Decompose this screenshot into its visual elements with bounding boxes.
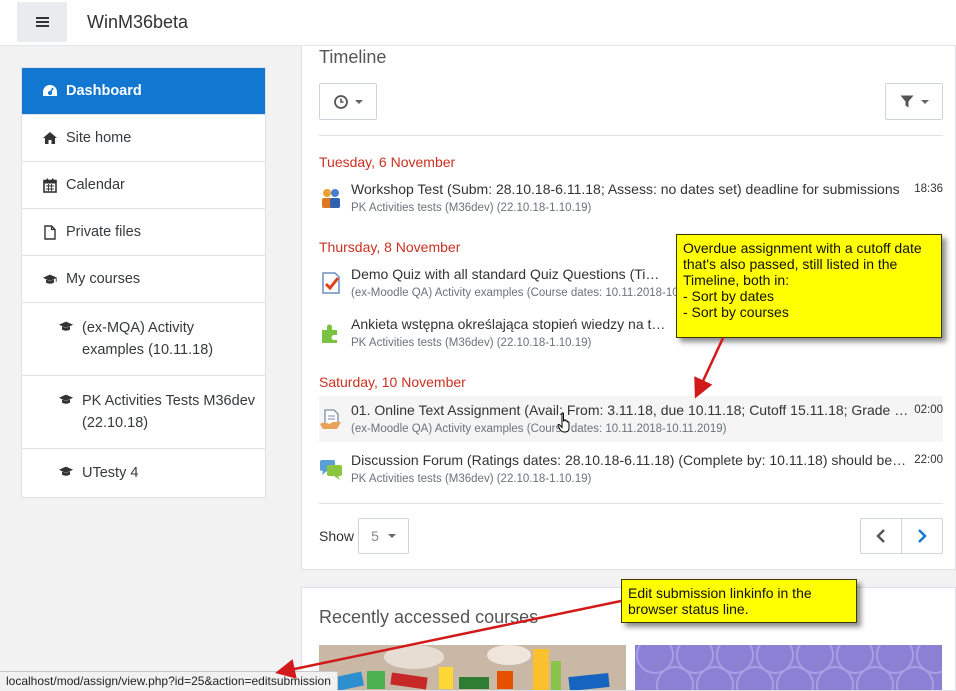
page-size-value: 5 xyxy=(371,528,379,544)
event-link[interactable]: 01. Online Text Assignment (Avail: From:… xyxy=(351,402,911,418)
site-brand[interactable]: WinM36beta xyxy=(87,12,188,33)
annotation-callout-edit-submission: Edit submission linkinfo in the browser … xyxy=(621,579,857,623)
course-image[interactable] xyxy=(319,645,626,690)
forum-icon xyxy=(320,460,342,480)
nav-item-label: Private files xyxy=(66,224,141,240)
pagination xyxy=(860,518,943,554)
nav-item-label: Dashboard xyxy=(66,83,142,99)
graduation-cap-icon xyxy=(58,393,74,406)
annotation-callout-overdue: Overdue assignment with a cutoff date th… xyxy=(676,234,942,338)
nav-item-site-home[interactable]: Site home xyxy=(22,115,265,162)
course-image[interactable] xyxy=(635,645,942,690)
event-time: 02:00 xyxy=(914,404,943,416)
next-page-button[interactable] xyxy=(902,519,943,553)
nav-course-ex-mqa[interactable]: (ex-MQA) Activity examples (10.11.18) xyxy=(22,303,265,376)
timeline-title: Timeline xyxy=(319,47,387,67)
timeline-date-filter-button[interactable] xyxy=(319,83,377,120)
chevron-down-icon xyxy=(920,99,929,104)
event-course: PK Activities tests (M36dev) (22.10.18-1… xyxy=(351,337,592,349)
event-course: (ex-Moodle QA) Activity examples (Course… xyxy=(351,287,727,299)
top-navbar: WinM36beta xyxy=(0,0,956,46)
home-icon xyxy=(42,131,58,145)
clock-icon xyxy=(333,94,348,109)
nav-course-utesty[interactable]: UTesty 4 xyxy=(22,449,265,497)
chevron-left-icon xyxy=(876,529,885,543)
timeline-event: Workshop Test (Subm: 28.10.18-6.11.18; A… xyxy=(319,181,943,225)
timeline-day-heading: Thursday, 8 November xyxy=(319,239,461,255)
graduation-cap-icon xyxy=(58,320,74,333)
timeline-day-heading: Saturday, 10 November xyxy=(319,374,466,390)
quiz-icon xyxy=(322,272,340,294)
nav-item-my-courses[interactable]: My courses xyxy=(22,256,265,303)
event-link[interactable]: Discussion Forum (Ratings dates: 28.10.1… xyxy=(351,452,907,468)
event-link[interactable]: Demo Quiz with all standard Quiz Questio… xyxy=(351,266,671,282)
filter-icon xyxy=(900,95,913,108)
event-link[interactable]: Ankieta wstępna określająca stopień wied… xyxy=(351,316,671,332)
nav-item-label: My courses xyxy=(66,271,141,287)
event-time: 18:36 xyxy=(914,183,943,195)
nav-item-label: Calendar xyxy=(66,177,125,193)
previous-page-button[interactable] xyxy=(861,519,902,553)
page-size-select[interactable]: 5 xyxy=(358,518,409,554)
workshop-icon xyxy=(322,189,340,208)
timeline-sort-filter-button[interactable] xyxy=(885,83,943,120)
assignment-icon xyxy=(320,409,341,429)
chevron-down-icon xyxy=(387,534,396,538)
browser-status-line: localhost/mod/assign/view.php?id=25&acti… xyxy=(0,671,338,691)
nav-course-label: PK Activities Tests M36dev (22.10.18) xyxy=(82,393,256,431)
file-icon xyxy=(42,224,58,240)
chevron-right-icon xyxy=(917,529,927,543)
calendar-icon xyxy=(42,178,58,193)
nav-list: Dashboard Site home Calendar Private fil… xyxy=(21,67,266,498)
timeline-event: 01. Online Text Assignment (Avail: From:… xyxy=(319,396,943,442)
hand-cursor-icon xyxy=(557,412,570,433)
event-link[interactable]: Workshop Test (Subm: 28.10.18-6.11.18; A… xyxy=(351,181,911,197)
nav-course-pk-activities[interactable]: PK Activities Tests M36dev (22.10.18) xyxy=(22,376,265,449)
timeline-day-heading: Tuesday, 6 November xyxy=(319,154,456,170)
show-label: Show xyxy=(319,528,355,544)
chevron-down-icon xyxy=(354,99,363,104)
timeline-event: Discussion Forum (Ratings dates: 28.10.1… xyxy=(319,452,943,496)
nav-drawer: Dashboard Site home Calendar Private fil… xyxy=(0,46,286,691)
nav-course-label: (ex-MQA) Activity examples (10.11.18) xyxy=(82,320,214,358)
graduation-cap-icon xyxy=(58,465,74,478)
graduation-cap-icon xyxy=(42,273,58,286)
dashboard-icon xyxy=(42,84,58,98)
event-course: PK Activities tests (M36dev) (22.10.18-1… xyxy=(351,473,592,485)
hamburger-icon xyxy=(35,16,49,28)
recent-courses-title: Recently accessed courses xyxy=(319,607,539,627)
nav-item-label: Site home xyxy=(66,130,132,146)
event-course: (ex-Moodle QA) Activity examples (Course… xyxy=(351,423,727,435)
nav-item-dashboard[interactable]: Dashboard xyxy=(22,68,265,115)
nav-course-label: UTesty 4 xyxy=(82,465,139,481)
event-time: 22:00 xyxy=(914,454,943,466)
menu-toggle-button[interactable] xyxy=(17,2,67,42)
event-course: PK Activities tests (M36dev) (22.10.18-1… xyxy=(351,202,592,214)
nav-item-calendar[interactable]: Calendar xyxy=(22,162,265,209)
divider xyxy=(319,503,943,504)
nav-item-private-files[interactable]: Private files xyxy=(22,209,265,256)
divider xyxy=(319,135,943,136)
puzzle-icon xyxy=(322,324,337,343)
